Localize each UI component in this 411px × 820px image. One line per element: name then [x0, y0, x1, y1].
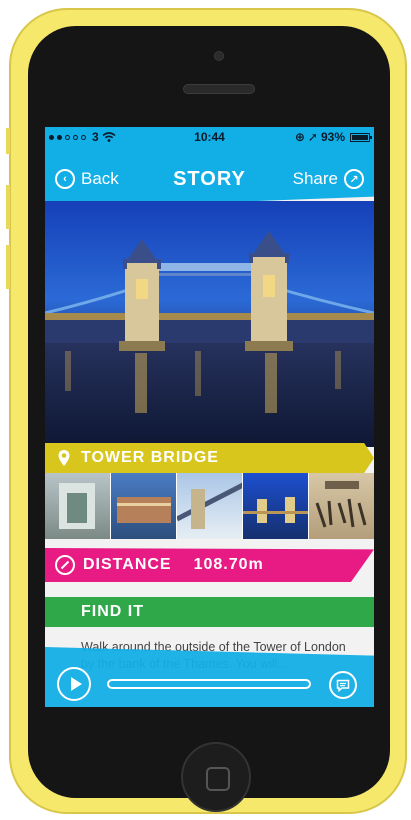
photo-gallery: [45, 473, 374, 539]
app-screen: 3 10:44 ⊕ ➚ 93% ‹ Back STORY Share ↗ TOW…: [45, 127, 374, 707]
volume-down-button: [6, 245, 10, 289]
battery-icon: [350, 132, 372, 142]
distance-label: DISTANCE: [83, 556, 172, 573]
tower-bridge-illustration: [45, 231, 374, 447]
location-arrow-icon: ➚: [307, 130, 318, 144]
home-button[interactable]: [181, 742, 251, 812]
distance-value: 108.70m: [193, 556, 264, 573]
battery-percent: 93%: [320, 130, 345, 144]
gallery-thumbnail[interactable]: [111, 473, 177, 539]
location-title-banner: TOWER BRIDGE: [45, 443, 374, 473]
status-bar: 3 10:44 ⊕ ➚ 93%: [45, 127, 374, 147]
front-camera: [214, 51, 224, 61]
signal-indicator: 3: [49, 130, 169, 144]
transcript-button[interactable]: [329, 671, 357, 699]
volume-up-button: [6, 185, 10, 229]
gallery-thumbnail[interactable]: [45, 473, 111, 539]
status-time: 10:44: [194, 130, 225, 144]
gallery-thumbnail[interactable]: [243, 473, 309, 539]
share-arrow-icon: ↗: [344, 169, 364, 189]
play-button[interactable]: [57, 667, 91, 701]
gallery-thumbnail[interactable]: [309, 473, 374, 539]
find-it-banner: FIND IT: [45, 597, 374, 627]
map-pin-icon: [58, 450, 70, 466]
carrier-label: 3: [92, 130, 99, 144]
rotation-lock-icon: ⊕: [294, 130, 305, 144]
find-it-heading: FIND IT: [81, 603, 144, 620]
audio-progress-slider[interactable]: [107, 679, 311, 689]
speech-bubble-icon: [336, 679, 350, 692]
navigation-bar: ‹ Back STORY Share ↗: [45, 147, 374, 209]
hero-image: [45, 201, 374, 447]
share-label: Share: [292, 169, 338, 188]
status-right: ⊕ ➚ 93%: [250, 130, 372, 144]
share-button[interactable]: Share ↗: [293, 169, 364, 189]
earpiece-speaker: [183, 84, 255, 94]
gallery-thumbnail[interactable]: [177, 473, 243, 539]
wifi-icon: [102, 132, 116, 142]
location-name: TOWER BRIDGE: [81, 449, 219, 466]
audio-player: [45, 647, 374, 707]
compass-icon: [55, 555, 75, 575]
mute-switch: [6, 128, 10, 154]
distance-banner: DISTANCE 108.70m: [45, 548, 374, 582]
